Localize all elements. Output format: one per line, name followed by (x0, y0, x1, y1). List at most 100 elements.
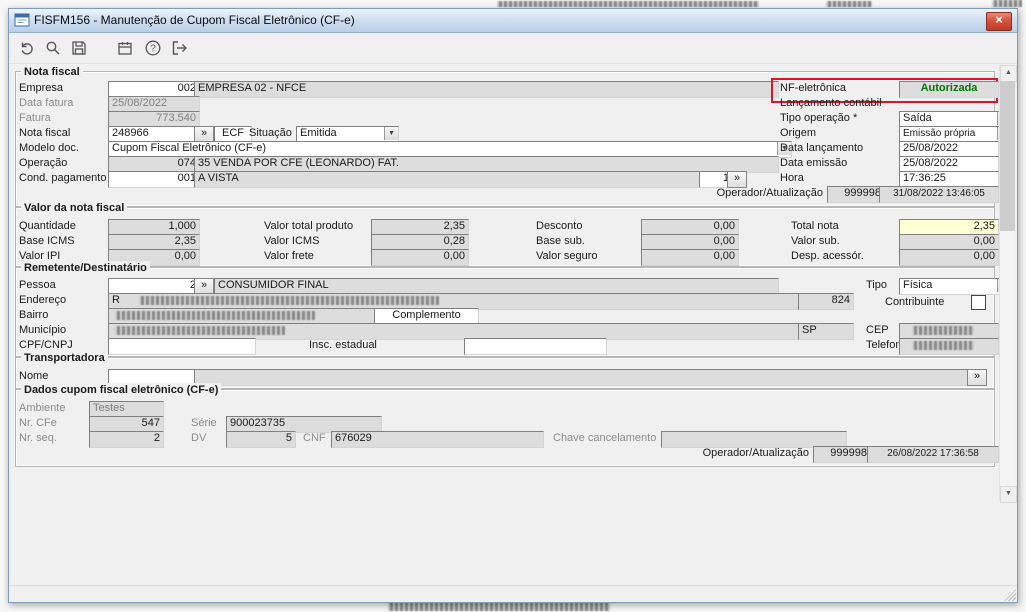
uf-field[interactable]: SP (798, 323, 854, 340)
ambiente-label: Ambiente (19, 402, 66, 414)
operador-atualizacao-label: Operador/Atualização (716, 187, 823, 199)
desconto-label: Desconto (536, 220, 583, 232)
window-title: FISFM156 - Manutenção de Cupom Fiscal El… (34, 13, 355, 27)
transportadora-name-field[interactable] (194, 369, 970, 386)
dv-label: DV (191, 432, 207, 444)
valor-frete-field[interactable]: 0,00 (371, 249, 469, 266)
empresa-label: Empresa (19, 82, 64, 94)
operacao-label: Operação (19, 157, 68, 169)
group-title: Transportadora (21, 351, 108, 365)
chevron-down-icon (384, 127, 398, 140)
contribuinte-label: Contribuinte (885, 296, 945, 308)
group-title: Nota fiscal (21, 65, 83, 79)
application-window: FISFM156 - Manutenção de Cupom Fiscal El… (8, 8, 1018, 603)
endereco-label: Endereço (19, 294, 67, 306)
scroll-up-icon[interactable] (1000, 65, 1017, 82)
help-icon[interactable]: ? (141, 36, 165, 60)
operador-datetime-field[interactable]: 31/08/2022 13:46:05 (879, 186, 999, 203)
chave-cancelamento-label: Chave cancelamento (553, 432, 657, 444)
redacted-text (912, 341, 974, 350)
redacted-text (115, 326, 285, 335)
total-nota-label: Total nota (791, 220, 839, 232)
desp-acessor-field[interactable]: 0,00 (899, 249, 999, 266)
valor-total-produto-label: Valor total produto (264, 220, 354, 232)
redacted-text (139, 296, 439, 305)
tipo-operacao-value: Saída (903, 112, 932, 124)
nf-eletronica-label: NF-eletrônica (780, 82, 847, 94)
redacted-text (497, 1, 759, 7)
valor-sub-label: Valor sub. (791, 235, 840, 247)
fatura-label: Fatura (19, 112, 51, 124)
redacted-text (992, 0, 1022, 7)
valor-frete-label: Valor frete (264, 250, 314, 262)
contribuinte-checkbox[interactable] (971, 295, 986, 310)
serie-label: Série (191, 417, 217, 429)
refresh-icon[interactable] (15, 36, 39, 60)
exit-icon[interactable] (167, 36, 191, 60)
transportadora-lookup-button[interactable]: » (967, 369, 987, 386)
nf-eletronica-status-field[interactable]: Autorizada (899, 81, 999, 98)
resize-grip[interactable] (1004, 589, 1016, 601)
insc-estadual-field[interactable] (464, 338, 607, 355)
base-icms-label: Base ICMS (19, 235, 75, 247)
valor-seguro-field[interactable]: 0,00 (641, 249, 739, 266)
bairro-label: Bairro (19, 309, 49, 321)
data-fatura-label: Data fatura (19, 97, 74, 109)
cfe-operador-label: Operador/Atualização (702, 447, 809, 459)
svg-text:?: ? (150, 44, 156, 55)
save-icon[interactable] (67, 36, 91, 60)
base-sub-label: Base sub. (536, 235, 585, 247)
cpf-cnpj-field[interactable] (108, 338, 256, 355)
desp-acessor-label: Desp. acessór. (791, 250, 864, 262)
group-title: Remetente/Destinatário (21, 261, 150, 275)
scroll-down-icon[interactable] (1000, 486, 1017, 503)
modelo-doc-value: Cupom Fiscal Eletrônico (CF-e) (112, 142, 267, 154)
calendar-icon[interactable] (113, 36, 137, 60)
pessoa-label: Pessoa (19, 279, 56, 291)
cfe-operador-code-field[interactable]: 999998 (813, 446, 871, 463)
close-button[interactable] (986, 12, 1012, 31)
vertical-scrollbar[interactable] (999, 65, 1017, 503)
situacao-label: Situação (249, 127, 292, 139)
origem-value: Emissão própria (903, 128, 976, 139)
municipio-label: Município (19, 324, 67, 336)
group-title: Dados cupom fiscal eletrônico (CF-e) (21, 383, 222, 397)
cond-pagamento-label: Cond. pagamento (19, 172, 107, 184)
hora-label: Hora (780, 172, 804, 184)
telefone-field[interactable] (899, 338, 999, 355)
redacted-text (115, 311, 315, 320)
empresa-name-field[interactable]: EMPRESA 02 - NFCE (194, 81, 779, 98)
insc-estadual-label: Insc. estadual (309, 339, 377, 351)
cfe-operador-datetime-field[interactable]: 26/08/2022 17:36:58 (867, 446, 999, 463)
cond-pagamento-code-field[interactable]: 001 (108, 171, 200, 188)
scrollbar-thumb[interactable] (1000, 81, 1015, 231)
valor-icms-label: Valor ICMS (264, 235, 320, 247)
lancamento-contabil-label: Lançamento contábil (780, 97, 882, 109)
quantidade-label: Quantidade (19, 220, 76, 232)
search-icon[interactable] (41, 36, 65, 60)
operador-code-field[interactable]: 999998 (827, 186, 885, 203)
cnf-field[interactable]: 676029 (331, 431, 544, 448)
dv-field[interactable]: 5 (226, 431, 296, 448)
tipo-pessoa-value: Física (903, 279, 933, 291)
app-icon (14, 13, 30, 27)
tipo-pessoa-select[interactable]: Física (899, 278, 1012, 295)
tipo-pessoa-label: Tipo (866, 279, 887, 291)
redacted-text (912, 326, 974, 335)
endereco-numero-field[interactable]: 824 (798, 293, 854, 310)
nota-fiscal-label: Nota fiscal (19, 127, 71, 139)
modelo-doc-label: Modelo doc. (19, 142, 79, 154)
endereco-prefix: R (112, 294, 120, 306)
title-bar[interactable]: FISFM156 - Manutenção de Cupom Fiscal El… (9, 9, 1017, 33)
toolbar: ? (9, 33, 1017, 64)
data-emissao-label: Data emissão (780, 157, 848, 169)
cond-pagamento-name-field[interactable]: A VISTA (194, 171, 705, 188)
nr-seq-field[interactable]: 2 (89, 431, 164, 448)
nr-seq-label: Nr. seq. (19, 432, 57, 444)
group-title: Valor da nota fiscal (21, 201, 128, 215)
transportadora-nome-label: Nome (19, 370, 49, 382)
cep-label: CEP (866, 324, 889, 336)
data-lancamento-label: Data lançamento (780, 142, 864, 154)
tipo-operacao-label: Tipo operação * (780, 112, 858, 124)
nr-cfe-label: Nr. CFe (19, 417, 57, 429)
